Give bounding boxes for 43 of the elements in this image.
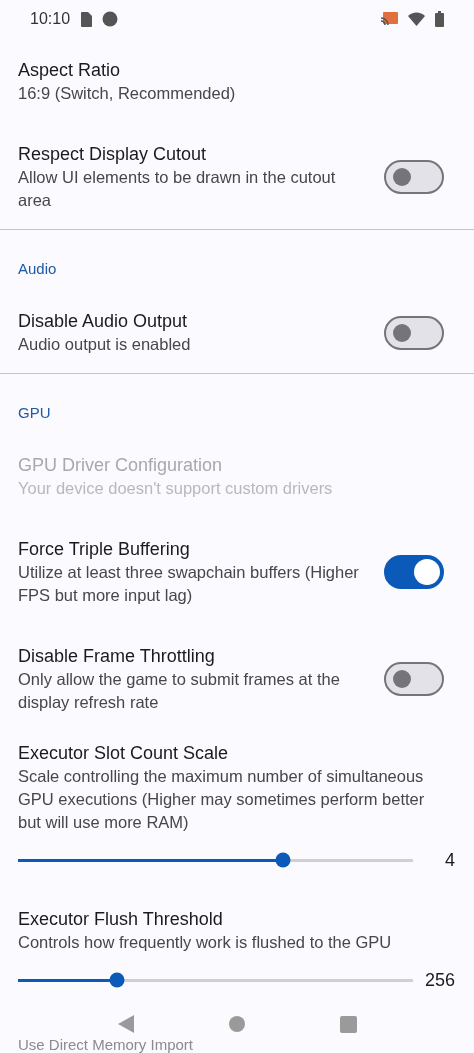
- cast-icon: [381, 12, 398, 26]
- setting-description: Controls how frequently work is flushed to the GPU: [18, 932, 393, 953]
- section-header: Audio: [17, 259, 58, 279]
- recents-icon: [339, 1015, 357, 1033]
- slider-thumb[interactable]: [109, 972, 125, 988]
- setting-description: Utilize at least three swapchain buffers (Higher FPS but more input lag): [18, 562, 360, 606]
- toggle-switch[interactable]: [384, 662, 444, 696]
- home-icon: [228, 1016, 245, 1032]
- setting-item[interactable]: Disable Frame Throttling Only allow the game to submit frames at the display refresh rate: [0, 624, 474, 731]
- battery-icon: [435, 11, 444, 27]
- setting-item[interactable]: Executor Slot Count Scale Scale controlling the maximum number of simultaneous GPU executions (Higher may sometimes perform better but will use more RAM) 4: [0, 731, 474, 897]
- setting-item[interactable]: Aspect Ratio 16:9 (Switch, Recommended): [0, 38, 474, 122]
- setting-description: Audio output is enabled: [18, 334, 192, 355]
- setting-title: GPU Driver Configuration: [18, 454, 224, 477]
- setting-item[interactable]: Respect Display Cutout Allow UI elements to be drawn in the cutout area: [0, 122, 474, 229]
- slider-value: 4: [444, 849, 455, 871]
- circle-icon: [102, 11, 119, 27]
- setting-title: Executor Slot Count Scale: [18, 742, 230, 765]
- setting-title: Disable Frame Throttling: [18, 645, 216, 668]
- setting-title: Aspect Ratio: [18, 59, 122, 82]
- setting-description: Scale controlling the maximum number of simultaneous GPU executions (Higher may sometimes perform better but will use more RAM): [18, 766, 426, 833]
- setting-item[interactable]: Disable Audio Output Audio output is enabled: [0, 289, 474, 373]
- setting-title: Force Triple Buffering: [18, 538, 191, 561]
- setting-description: Only allow the game to submit frames at the display refresh rate: [18, 669, 341, 713]
- setting-item[interactable]: Executor Flush Threshold Controls how frequently work is flushed to the GPU 256: [0, 897, 474, 1017]
- setting-description: Your device doesn't support custom drivers: [18, 478, 334, 499]
- back-icon: [117, 1015, 134, 1033]
- toggle-switch[interactable]: [384, 555, 444, 589]
- toggle-switch[interactable]: [384, 315, 444, 350]
- setting-description: Allow UI elements to be drawn in the cutout area: [18, 167, 337, 211]
- setting-description: 16:9 (Switch, Recommended): [18, 83, 237, 104]
- setting-title: Executor Flush Threshold: [18, 908, 224, 931]
- wifi-icon: [408, 12, 425, 26]
- setting-item[interactable]: Force Triple Buffering Utilize at least three swapchain buffers (Higher FPS but more input lag): [0, 517, 474, 624]
- slider-thumb[interactable]: [275, 852, 291, 868]
- section-header: GPU: [17, 403, 52, 423]
- setting-title: Respect Display Cutout: [18, 143, 208, 166]
- status-time: 10:10: [30, 10, 71, 28]
- toggle-switch[interactable]: [384, 160, 444, 194]
- setting-title: Use Direct Memory Import: [18, 1037, 195, 1053]
- slider-value: 256: [423, 969, 455, 991]
- setting-title: Disable Audio Output: [18, 310, 189, 333]
- sim-card-icon: [80, 11, 93, 27]
